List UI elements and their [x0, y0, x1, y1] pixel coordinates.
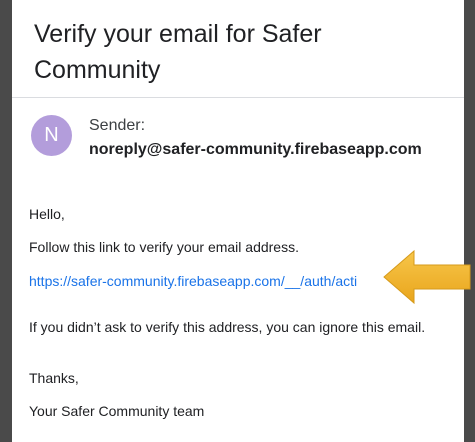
email-subject: Verify your email for Safer Community	[34, 20, 322, 84]
sender-label: Sender:	[89, 117, 146, 134]
verify-link[interactable]: https://safer-community.firebaseapp.com/…	[29, 273, 429, 290]
greeting-text: Hello,	[29, 206, 65, 222]
header-divider	[12, 97, 464, 98]
screenshot-frame: Verify your email for Safer Community N …	[0, 0, 475, 442]
sender-avatar: N	[31, 115, 72, 156]
email-card: Verify your email for Safer Community N …	[12, 0, 464, 442]
sender-address: noreply@safer-community.firebaseapp.com	[89, 141, 422, 158]
ignore-note-text: If you didn’t ask to verify this address…	[29, 319, 426, 335]
closing-text: Thanks,	[29, 370, 79, 386]
arrow-left-icon	[383, 249, 471, 305]
signature-text: Your Safer Community team	[29, 403, 205, 419]
